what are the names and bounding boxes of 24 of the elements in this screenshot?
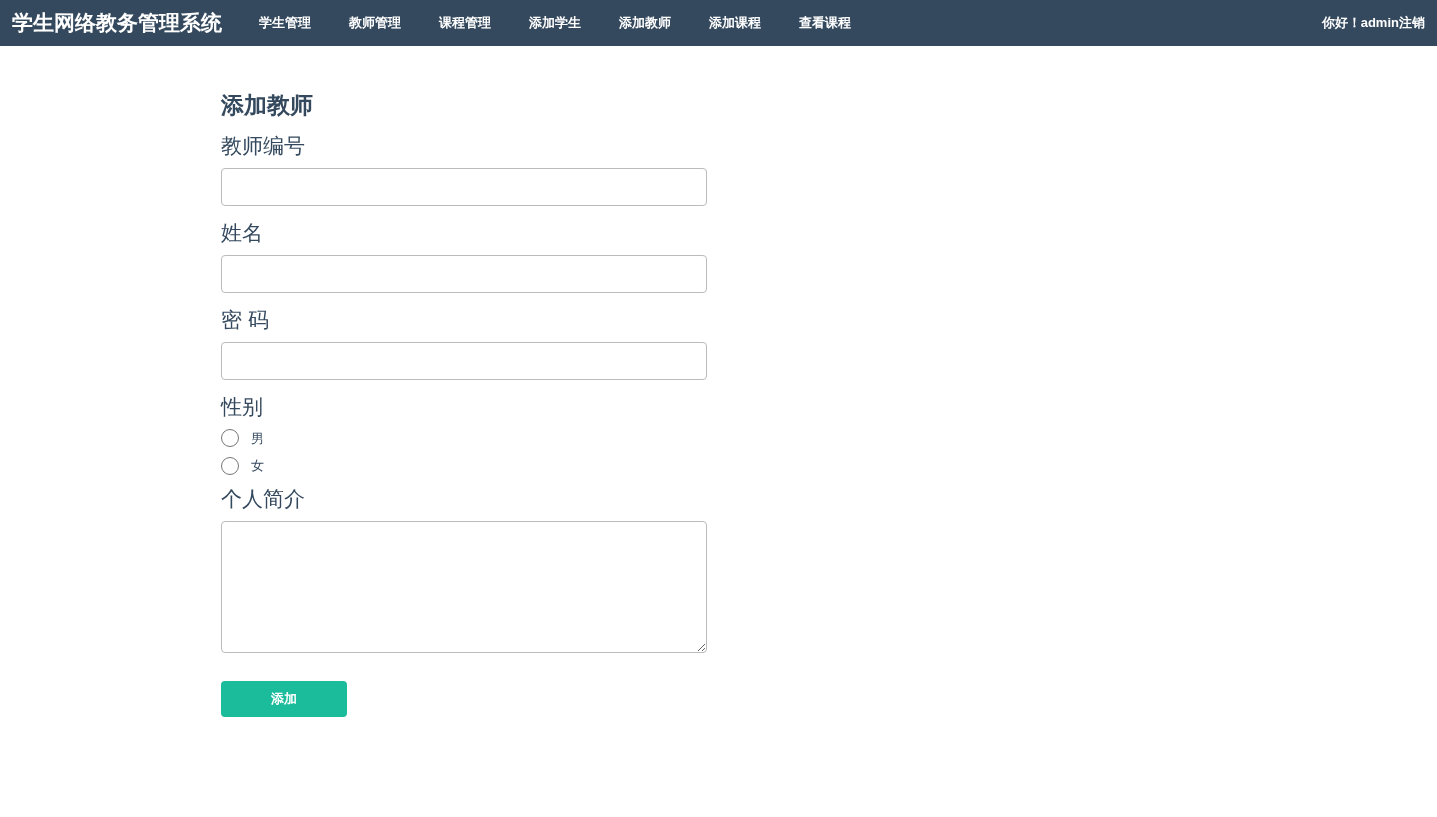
input-field[interactable] — [221, 341, 707, 380]
radio-button[interactable] — [221, 429, 239, 448]
radio-label: 男 — [251, 429, 264, 448]
brand-title[interactable]: 学生网络教务管理系统 — [12, 7, 222, 39]
logout-link[interactable]: 注销 — [1399, 13, 1425, 33]
nav-link[interactable]: 添加教师 — [619, 13, 671, 33]
field-label: 密 码 — [221, 308, 269, 330]
radio-label: 女 — [251, 457, 264, 475]
form-title: 添加教师 — [221, 91, 313, 120]
nav-link[interactable]: 添加学生 — [529, 13, 581, 33]
greeting-text: 你好！admin — [1321, 14, 1399, 33]
radio-button[interactable] — [221, 456, 239, 475]
textarea-field[interactable] — [221, 520, 707, 653]
nav-link[interactable]: 学生管理 — [259, 13, 311, 33]
field-label: 教师编号 — [221, 134, 305, 156]
field-label: 性别 — [221, 395, 263, 417]
nav-link[interactable]: 查看课程 — [799, 13, 851, 33]
nav-link[interactable]: 课程管理 — [439, 13, 491, 33]
input-field[interactable] — [221, 167, 707, 206]
nav-link[interactable]: 添加课程 — [709, 13, 761, 33]
nav-link[interactable]: 教师管理 — [349, 13, 401, 33]
field-label: 姓名 — [221, 221, 263, 243]
field-label: 个人简介 — [221, 487, 305, 509]
input-field[interactable] — [221, 254, 707, 293]
